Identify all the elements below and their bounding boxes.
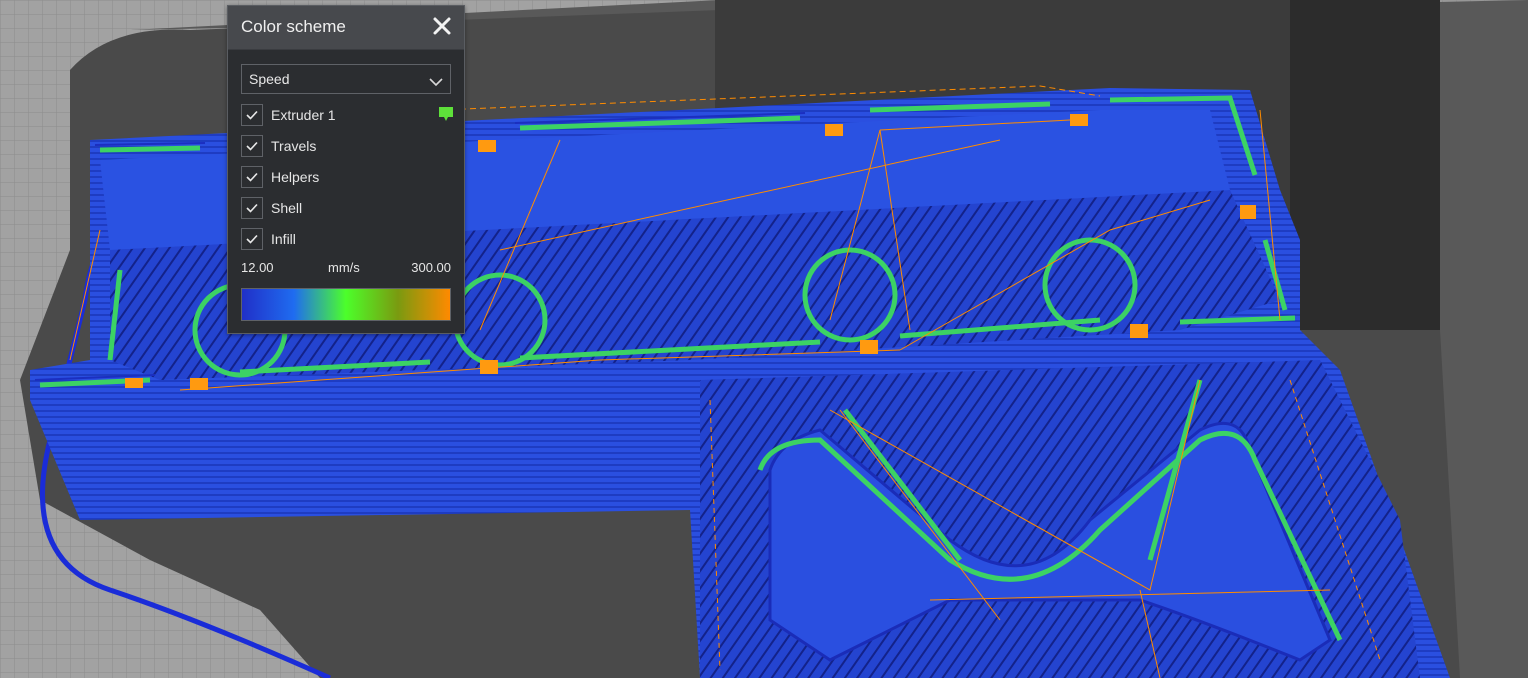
extruder-1-checkbox[interactable]: [241, 104, 263, 126]
color-swatch-icon: [439, 107, 453, 121]
option-travels: Travels: [241, 135, 453, 159]
check-icon: [246, 203, 258, 213]
check-icon: [246, 110, 258, 120]
option-infill: Infill: [241, 228, 453, 252]
color-scheme-select[interactable]: Speed: [241, 64, 451, 94]
legend-unit: mm/s: [328, 260, 360, 275]
infill-label: Infill: [271, 231, 296, 247]
shell-checkbox[interactable]: [241, 197, 263, 219]
panel-header: Color scheme: [228, 6, 464, 50]
travels-label: Travels: [271, 138, 317, 154]
color-scheme-panel: Color scheme Speed Extruder 1 Travels He…: [227, 5, 465, 334]
helpers-label: Helpers: [271, 169, 320, 185]
option-shell: Shell: [241, 197, 453, 221]
helpers-checkbox[interactable]: [241, 166, 263, 188]
check-icon: [246, 234, 258, 244]
travels-checkbox[interactable]: [241, 135, 263, 157]
chevron-down-icon: [428, 71, 444, 87]
close-icon[interactable]: [430, 14, 454, 38]
extruder-color-swatch[interactable]: [439, 107, 453, 122]
color-scheme-select-value: Speed: [249, 71, 290, 87]
shell-label: Shell: [271, 200, 303, 216]
option-helpers: Helpers: [241, 166, 453, 190]
dark-wall-right: [1290, 0, 1440, 330]
legend-min-value: 12.00: [241, 260, 274, 275]
extruder-1-label: Extruder 1: [271, 107, 336, 123]
check-icon: [246, 172, 258, 182]
option-extruder-1: Extruder 1: [241, 104, 453, 128]
infill-checkbox[interactable]: [241, 228, 263, 250]
check-icon: [246, 141, 258, 151]
panel-title: Color scheme: [241, 17, 346, 36]
speed-gradient-legend: [241, 288, 451, 321]
legend-max-value: 300.00: [411, 260, 451, 275]
